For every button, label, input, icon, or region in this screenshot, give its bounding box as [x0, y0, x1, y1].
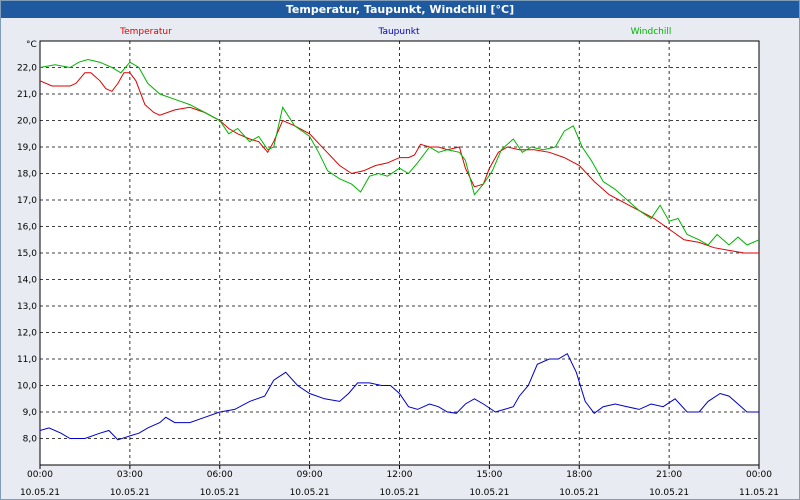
- x-tick-date: 10.05.21: [20, 488, 60, 498]
- y-tick-label: 21,0: [17, 90, 37, 100]
- y-tick-label: 10,0: [17, 382, 37, 392]
- x-tick-time: 00:00: [746, 470, 772, 480]
- x-tick-date: 10.05.21: [290, 488, 330, 498]
- x-tick-time: 18:00: [566, 470, 592, 480]
- x-tick-time: 12:00: [387, 470, 413, 480]
- y-tick-label: 22,0: [17, 64, 37, 74]
- x-tick-time: 21:00: [656, 470, 682, 480]
- y-tick-label: 8,0: [23, 435, 38, 445]
- y-tick-label: 11,0: [17, 355, 37, 365]
- x-tick-date: 10.05.21: [469, 488, 509, 498]
- legend-entry-taupunkt: Taupunkt: [377, 27, 420, 37]
- y-axis-label: °C: [26, 40, 37, 50]
- x-tick-time: 09:00: [297, 470, 323, 480]
- y-tick-label: 18,0: [17, 170, 37, 180]
- x-tick-date: 10.05.21: [200, 488, 240, 498]
- x-tick-date: 10.05.21: [379, 488, 419, 498]
- x-tick-time: 06:00: [207, 470, 233, 480]
- x-tick-time: 00:00: [27, 470, 53, 480]
- x-tick-date: 10.05.21: [559, 488, 599, 498]
- y-tick-label: 13,0: [17, 302, 37, 312]
- x-tick-date: 10.05.21: [649, 488, 689, 498]
- window-title: Temperatur, Taupunkt, Windchill [°C]: [1, 1, 799, 18]
- y-tick-label: 20,0: [17, 117, 37, 127]
- y-tick-label: 16,0: [17, 223, 37, 233]
- x-tick-date: 11.05.21: [739, 488, 779, 498]
- chart-window: Temperatur, Taupunkt, Windchill [°C] 8,0…: [0, 0, 800, 500]
- y-tick-label: 15,0: [17, 249, 37, 259]
- y-tick-label: 9,0: [23, 408, 38, 418]
- legend-entry-windchill: Windchill: [631, 27, 672, 37]
- x-tick-time: 15:00: [476, 470, 502, 480]
- x-tick-time: 03:00: [117, 470, 143, 480]
- y-tick-label: 12,0: [17, 329, 37, 339]
- y-tick-label: 17,0: [17, 196, 37, 206]
- line-chart: 8,0 9,0 10,0 11,0 12,0 13,0 14,0 15,0 16,0 17,0 18…: [17, 27, 779, 498]
- y-tick-label: 19,0: [17, 143, 37, 153]
- legend-entry-temperatur: Temperatur: [119, 27, 172, 37]
- x-tick-date: 10.05.21: [110, 488, 150, 498]
- y-tick-label: 14,0: [17, 276, 37, 286]
